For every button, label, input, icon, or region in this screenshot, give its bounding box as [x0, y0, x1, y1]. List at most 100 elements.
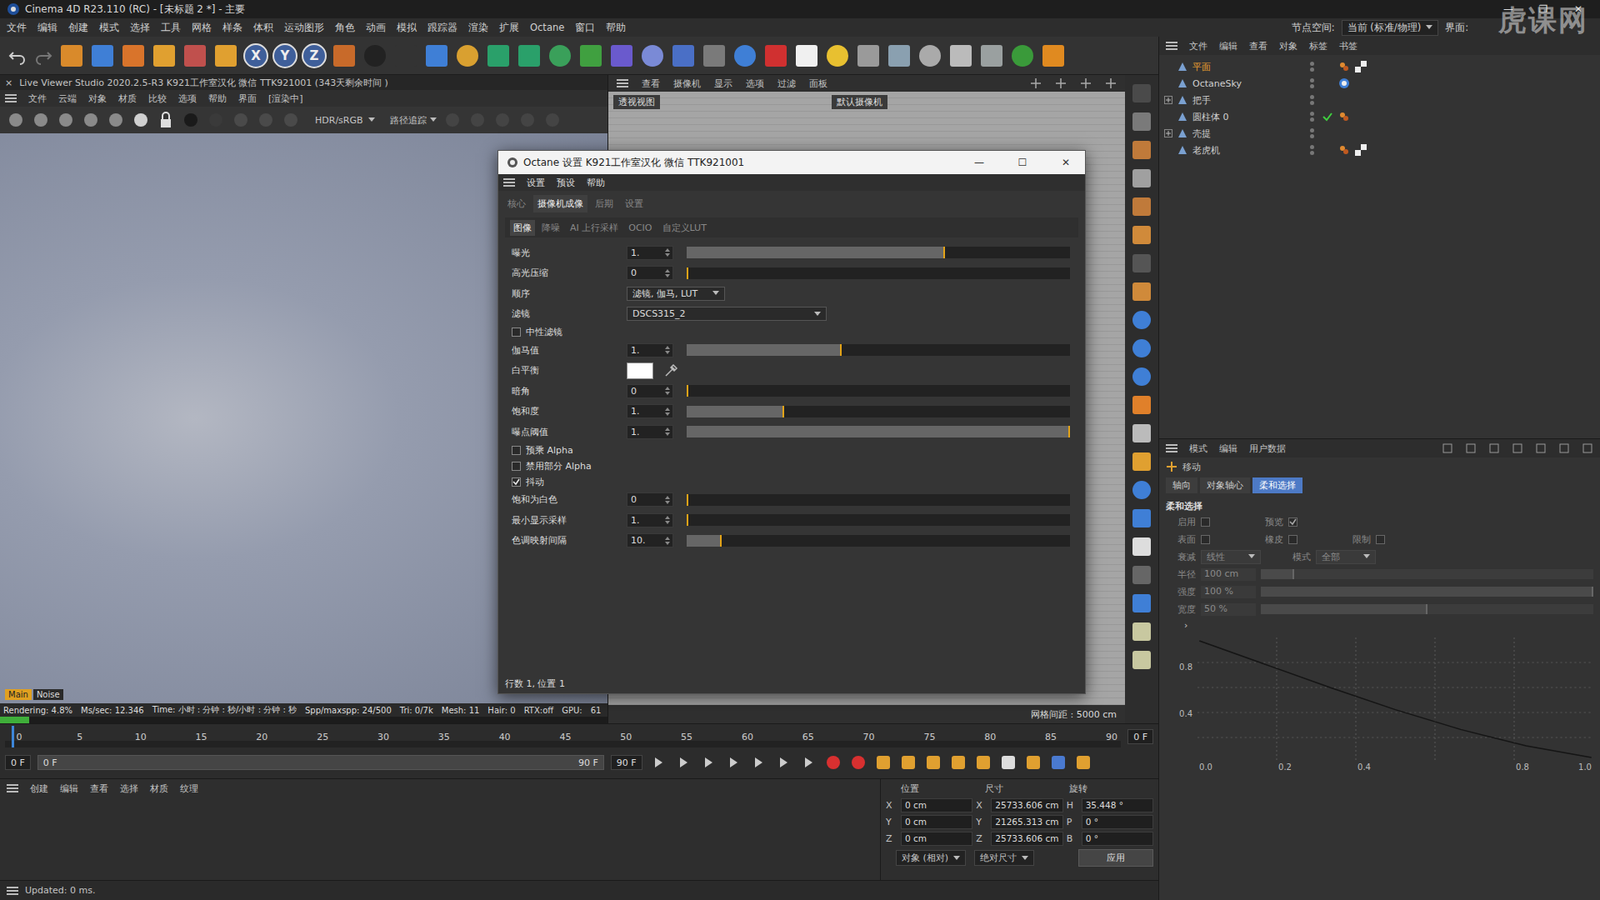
- menu-item[interactable]: 运动图形: [284, 21, 325, 35]
- size-field[interactable]: 25733.606 cm: [990, 831, 1063, 846]
- slider-handle[interactable]: [943, 246, 945, 259]
- window-control[interactable]: ☐: [1003, 156, 1042, 169]
- last-icon[interactable]: [799, 753, 818, 772]
- playhead[interactable]: [11, 725, 15, 748]
- settings-subtab[interactable]: 降噪: [538, 220, 564, 236]
- object-name[interactable]: OctaneSky: [1192, 78, 1268, 90]
- settings-tab[interactable]: 后期: [590, 195, 618, 213]
- size-field[interactable]: 25733.606 cm: [990, 798, 1063, 813]
- position-field[interactable]: 0 cm: [900, 831, 973, 846]
- position-field[interactable]: 0 cm: [900, 815, 973, 830]
- menu-item[interactable]: 用户数据: [1249, 442, 1286, 455]
- attribute-nav-icon[interactable]: [1465, 442, 1477, 455]
- side-tool-icon[interactable]: [1130, 110, 1154, 134]
- side-tool-icon[interactable]: [1130, 365, 1154, 389]
- object-type-icon[interactable]: [1176, 60, 1189, 73]
- viewport-nav-icon[interactable]: [1030, 77, 1042, 90]
- menu-item[interactable]: 文件: [28, 92, 47, 105]
- viewer-option-icon[interactable]: [468, 110, 487, 130]
- toolbar-tool-icon[interactable]: [1040, 42, 1067, 70]
- rotate-icon[interactable]: [150, 42, 178, 70]
- keyframe-tool-icon[interactable]: [899, 753, 918, 772]
- toolbar-tool-icon[interactable]: [1009, 42, 1036, 70]
- toolbar-tool-icon[interactable]: [546, 42, 574, 70]
- value-field[interactable]: 1.: [626, 404, 674, 419]
- slider-track[interactable]: [686, 246, 1070, 259]
- keyframe-tool-icon[interactable]: [1049, 753, 1068, 772]
- object-name[interactable]: 老虎机: [1192, 144, 1268, 157]
- cinema4d-logo-icon[interactable]: [6, 2, 20, 16]
- value-field[interactable]: 1.: [626, 425, 674, 440]
- menu-item[interactable]: 对象: [1279, 40, 1298, 53]
- menu-item[interactable]: 创建: [30, 782, 49, 795]
- eyedropper-icon[interactable]: [663, 363, 679, 379]
- toolbar-tool-icon[interactable]: [608, 42, 635, 70]
- checkbox[interactable]: [511, 327, 521, 337]
- next-key-icon[interactable]: [774, 753, 793, 772]
- visibility-dots[interactable]: [1310, 94, 1317, 106]
- checkbox[interactable]: [511, 477, 521, 487]
- rotation-field[interactable]: 0 °: [1081, 831, 1154, 846]
- menu-item[interactable]: 模式: [1189, 442, 1208, 455]
- settings-tab[interactable]: 核心: [503, 195, 530, 213]
- slider-handle[interactable]: [686, 267, 689, 280]
- side-tool-icon[interactable]: [1130, 223, 1154, 247]
- object-row[interactable]: 平面: [1159, 58, 1600, 75]
- side-tool-icon[interactable]: [1130, 280, 1154, 304]
- side-tool-icon[interactable]: [1130, 81, 1154, 105]
- slider-handle[interactable]: [686, 494, 689, 506]
- toolbar-tool-icon[interactable]: [392, 42, 420, 70]
- window-control[interactable]: ✕: [1046, 156, 1085, 169]
- object-row[interactable]: 把手: [1159, 91, 1600, 109]
- visibility-dots[interactable]: [1310, 127, 1317, 140]
- toolbar-tool-icon[interactable]: [485, 42, 512, 70]
- menu-item[interactable]: 选择: [120, 782, 139, 795]
- spinner-icon[interactable]: [665, 495, 670, 505]
- menu-item[interactable]: 选项: [178, 92, 197, 105]
- viewport-nav-icon[interactable]: [1080, 77, 1092, 90]
- keyframe-tool-icon[interactable]: [1024, 753, 1043, 772]
- sky-tag-icon[interactable]: [1338, 77, 1350, 90]
- attribute-nav-icon[interactable]: [1441, 442, 1454, 455]
- axis-lock-button[interactable]: X: [243, 43, 269, 69]
- toolbar-tool-icon[interactable]: [423, 42, 450, 70]
- toolbar-tool-icon[interactable]: [978, 42, 1005, 70]
- slider-handle[interactable]: [686, 385, 689, 397]
- slider-handle[interactable]: [782, 405, 785, 418]
- viewer-option-icon[interactable]: [231, 110, 250, 130]
- toolbar-tool-icon[interactable]: [947, 42, 975, 70]
- viewport-nav-icon[interactable]: [1105, 77, 1117, 90]
- slider-track[interactable]: [686, 405, 1070, 418]
- attribute-nav-icon[interactable]: [1511, 442, 1524, 455]
- expander-toggle[interactable]: ›: [1184, 620, 1188, 631]
- enabled-check[interactable]: [1321, 110, 1334, 123]
- slider-track[interactable]: [686, 344, 1070, 356]
- enabled-check[interactable]: [1321, 94, 1334, 106]
- menu-item[interactable]: 帮助: [586, 176, 605, 190]
- value-field[interactable]: 0: [626, 265, 674, 280]
- enabled-check[interactable]: [1321, 144, 1334, 156]
- viewer-option-icon[interactable]: [206, 110, 225, 130]
- side-tool-icon[interactable]: [1130, 648, 1154, 672]
- menu-item[interactable]: 网格: [191, 21, 212, 35]
- menu-item[interactable]: 纹理: [180, 782, 199, 795]
- menu-item[interactable]: 查看: [641, 77, 660, 90]
- render-control-icon[interactable]: [6, 110, 25, 130]
- spinner-icon[interactable]: [665, 515, 670, 525]
- menu-icon[interactable]: [5, 93, 17, 104]
- keyframe-tool-icon[interactable]: [974, 753, 993, 772]
- spinner-icon[interactable]: [665, 248, 670, 257]
- next-icon[interactable]: [749, 753, 768, 772]
- select-icon[interactable]: [58, 42, 85, 70]
- graph-plot[interactable]: [1197, 637, 1594, 763]
- menu-item[interactable]: 窗口: [575, 21, 595, 35]
- enabled-check[interactable]: [1321, 77, 1334, 90]
- checkbox-field[interactable]: 抖动: [505, 475, 627, 489]
- checkbox[interactable]: [511, 461, 521, 471]
- toolbar-tool-icon[interactable]: [824, 42, 851, 70]
- apply-button[interactable]: 应用: [1078, 849, 1154, 867]
- menu-item[interactable]: 样条: [222, 21, 243, 35]
- attribute-tab[interactable]: 柔和选择: [1252, 477, 1303, 494]
- menu-item[interactable]: 工具: [160, 21, 181, 35]
- checker-tag-icon[interactable]: [1355, 60, 1367, 73]
